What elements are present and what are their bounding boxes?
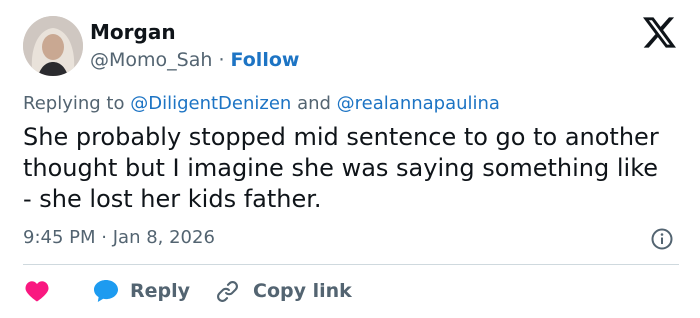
reply-label: Reply: [130, 280, 191, 302]
tweet-time: 9:45 PM: [23, 227, 96, 248]
reply-button[interactable]: Reply: [93, 277, 190, 305]
speech-bubble-icon: [94, 280, 118, 302]
x-logo-icon[interactable]: [643, 17, 676, 48]
handle-separator: ·: [218, 49, 225, 71]
author-name[interactable]: Morgan: [90, 20, 176, 44]
author-handle[interactable]: @Momo_Sah: [90, 49, 212, 71]
tweet-card: Morgan @Momo_Sah · Follow Replying to @D…: [0, 0, 700, 318]
info-icon[interactable]: [651, 228, 673, 250]
replying-to: Replying to @DiligentDenizen and @realan…: [23, 92, 500, 116]
replying-prefix: Replying to: [23, 93, 125, 114]
timestamp-separator: ·: [101, 227, 107, 248]
author-handle-line: @Momo_Sah · Follow: [90, 48, 299, 72]
mention-link[interactable]: @DiligentDenizen: [130, 93, 291, 114]
replying-conjunction: and: [297, 93, 331, 114]
heart-icon: [25, 281, 49, 302]
mention-link[interactable]: @realannapaulina: [337, 93, 500, 114]
avatar-image: [23, 16, 83, 76]
divider: [23, 264, 679, 265]
follow-button[interactable]: Follow: [231, 49, 300, 71]
link-icon: [217, 280, 238, 302]
copy-link-button[interactable]: Copy link: [216, 277, 352, 305]
tweet-text: She probably stopped mid sentence to go …: [23, 123, 659, 213]
tweet-timestamp[interactable]: 9:45 PM · Jan 8, 2026: [23, 226, 215, 250]
tweet-date: Jan 8, 2026: [112, 227, 215, 248]
avatar[interactable]: [23, 16, 83, 76]
copy-link-label: Copy link: [253, 280, 352, 302]
like-button[interactable]: [25, 277, 49, 305]
